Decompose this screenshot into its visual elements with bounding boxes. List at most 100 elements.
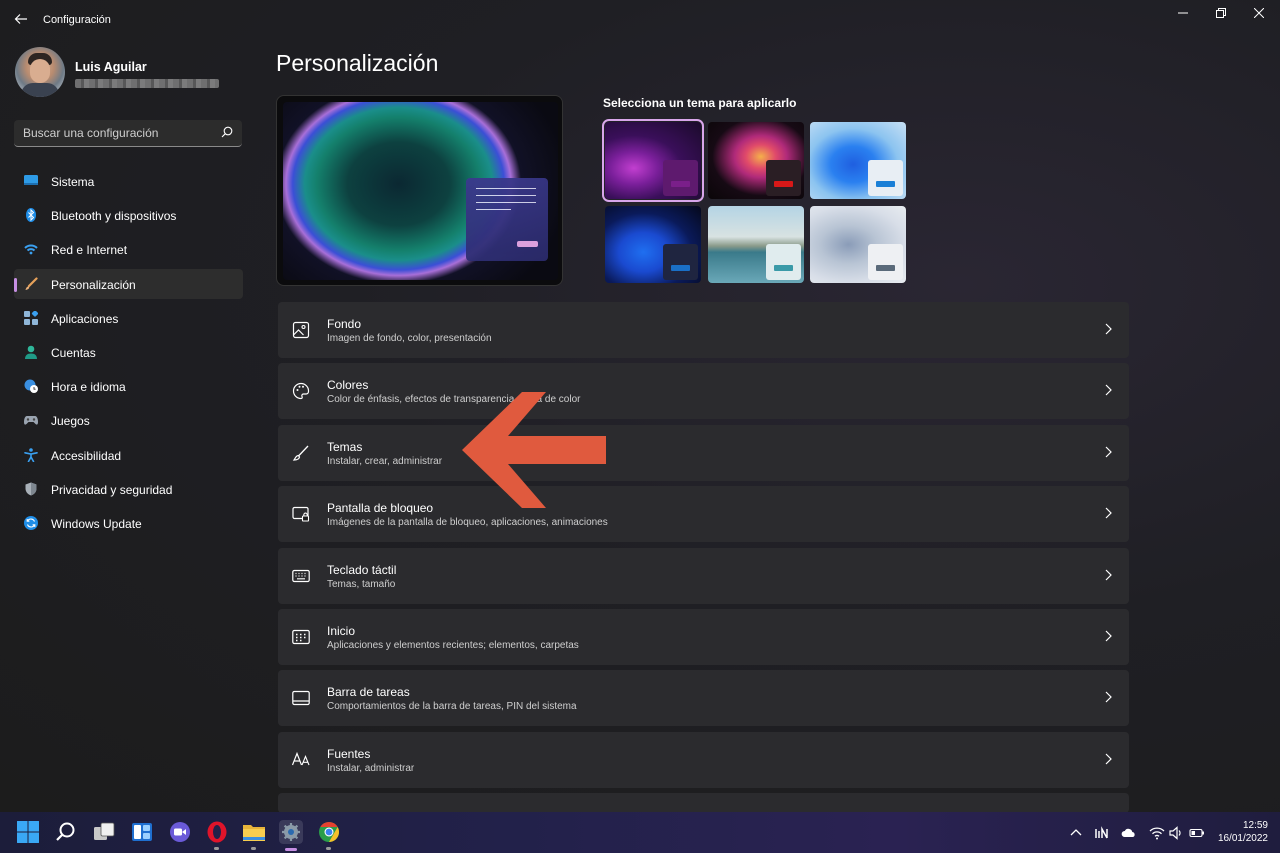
file-explorer-icon[interactable]	[242, 820, 266, 844]
bluetooth-icon	[26, 208, 36, 223]
preview-window	[466, 178, 548, 261]
sidebar-item-juegos[interactable]: Juegos	[14, 405, 243, 435]
theme-lake-landscape[interactable]	[708, 206, 804, 283]
sidebar-item-aplicaciones[interactable]: Aplicaciones	[14, 303, 243, 333]
search-icon[interactable]	[54, 820, 78, 844]
theme-purple-bloom[interactable]	[602, 119, 704, 202]
sidebar-item-label: Bluetooth y dispositivos	[51, 209, 177, 224]
card-title: Temas	[327, 439, 363, 454]
card-title: Fuentes	[327, 746, 371, 761]
card-description: Aplicaciones y elementos recientes; elem…	[327, 639, 579, 651]
wifi-icon[interactable]	[1149, 825, 1165, 841]
close-button[interactable]	[1244, 4, 1274, 24]
sidebar-item-accesibilidad[interactable]: Accesibilidad	[14, 440, 243, 470]
sidebar-item-bluetooth[interactable]: Bluetooth y dispositivos	[14, 200, 243, 230]
palette-icon	[292, 383, 310, 400]
search-box[interactable]	[14, 120, 242, 147]
card-temas[interactable]: Temas Instalar, crear, administrar	[278, 424, 1129, 481]
widgets-icon[interactable]	[130, 820, 154, 844]
arrow-left-icon	[14, 14, 27, 24]
card-barra-tareas[interactable]: Barra de tareas Comportamientos de la ba…	[278, 670, 1129, 727]
shield-icon	[25, 482, 37, 496]
sidebar-item-label: Windows Update	[51, 516, 142, 531]
sidebar-item-label: Personalización	[51, 277, 136, 292]
sidebar-item-label: Juegos	[51, 414, 90, 429]
monitor-icon	[24, 175, 38, 185]
task-view-icon[interactable]	[92, 820, 116, 844]
card-description: Imagen de fondo, color, presentación	[327, 333, 492, 344]
brush-icon	[25, 276, 38, 290]
apps-icon	[24, 310, 38, 325]
card-title: Inicio	[327, 623, 356, 638]
theme-blue-bloom-light[interactable]	[810, 122, 906, 199]
annotation-arrow-icon	[462, 392, 606, 508]
chevron-right-icon	[1105, 569, 1112, 580]
card-title: Fondo	[327, 317, 362, 331]
signal-icon[interactable]	[1094, 825, 1110, 841]
search-icon[interactable]	[221, 126, 233, 138]
card-fuentes[interactable]: Fuentes Instalar, administrar	[278, 731, 1129, 788]
chevron-right-icon	[1105, 507, 1112, 519]
avatar[interactable]	[15, 47, 65, 97]
clock[interactable]: 12:59 16/01/2022	[1212, 819, 1268, 845]
volume-icon[interactable]	[1168, 825, 1184, 841]
settings-window: Configuración Luis Aguilar Sistema	[0, 0, 1280, 812]
card-description: Imágenes de la pantalla de bloqueo, apli…	[327, 517, 608, 529]
sidebar-item-sistema[interactable]: Sistema	[14, 166, 243, 196]
card-pantalla-bloqueo[interactable]: Pantalla de bloqueo Imágenes de la panta…	[278, 486, 1129, 543]
settings-icon[interactable]	[279, 820, 303, 844]
sidebar-item-cuentas[interactable]: Cuentas	[14, 337, 243, 367]
sidebar-item-hora[interactable]: Hora e idioma	[14, 371, 243, 401]
battery-icon[interactable]	[1189, 825, 1205, 841]
accessibility-icon	[24, 447, 38, 462]
themes-label: Selecciona un tema para aplicarlo	[603, 96, 797, 110]
running-indicator	[251, 847, 256, 850]
close-icon	[1253, 7, 1265, 19]
chevron-right-icon	[1105, 446, 1112, 458]
sidebar-item-label: Aplicaciones	[51, 311, 119, 326]
sidebar-item-label: Cuentas	[51, 345, 96, 360]
theme-silver-bloom[interactable]	[810, 206, 906, 283]
sidebar-item-windows-update[interactable]: Windows Update	[14, 508, 243, 538]
sidebar-item-label: Red e Internet	[51, 243, 128, 258]
taskbar: 12:59 16/01/2022	[0, 812, 1280, 853]
maximize-button[interactable]	[1206, 4, 1236, 24]
lock-screen-icon	[292, 507, 310, 522]
opera-icon[interactable]	[205, 820, 229, 844]
maximize-icon	[1216, 8, 1226, 18]
search-input[interactable]	[14, 120, 214, 146]
sidebar-item-label: Sistema	[51, 175, 95, 189]
page-title: Personalización	[276, 50, 439, 76]
card-title: Pantalla de bloqueo	[327, 501, 434, 516]
chevron-right-icon	[1105, 384, 1112, 396]
card-title: Barra de tareas	[327, 685, 410, 700]
windows-start-icon[interactable]	[16, 820, 40, 844]
card-fondo[interactable]: Fondo Imagen de fondo, color, presentaci…	[278, 302, 1129, 358]
teams-chat-icon[interactable]	[168, 820, 192, 844]
chevron-right-icon	[1105, 753, 1112, 765]
sidebar-nav: Sistema Bluetooth y dispositivos Red e I…	[14, 166, 243, 542]
font-icon	[292, 751, 310, 765]
card-teclado[interactable]: Teclado táctil Temas, tamaño	[278, 547, 1129, 604]
card-colores[interactable]: Colores Color de énfasis, efectos de tra…	[278, 363, 1129, 420]
taskbar-icon	[292, 691, 310, 706]
chrome-icon[interactable]	[317, 820, 341, 844]
sidebar-item-personalizacion[interactable]: Personalización	[14, 268, 243, 299]
sidebar-item-privacidad[interactable]: Privacidad y seguridad	[14, 474, 243, 504]
minimize-button[interactable]	[1168, 4, 1198, 24]
brush-icon	[292, 445, 309, 461]
card-description: Instalar, administrar	[327, 762, 415, 774]
sidebar-item-label: Privacidad y seguridad	[51, 482, 173, 497]
back-button[interactable]	[10, 8, 32, 30]
card-partial[interactable]	[278, 793, 1129, 812]
sidebar-item-label: Accesibilidad	[51, 448, 122, 463]
active-indicator	[285, 848, 297, 851]
wifi-icon	[24, 244, 38, 255]
sidebar-item-red[interactable]: Red e Internet	[14, 234, 243, 264]
running-indicator	[326, 847, 331, 850]
chevron-up-icon[interactable]	[1068, 825, 1084, 841]
theme-blue-bloom-dark[interactable]	[605, 206, 701, 283]
card-inicio[interactable]: Inicio Aplicaciones y elementos reciente…	[278, 608, 1129, 665]
onedrive-icon[interactable]	[1121, 825, 1137, 841]
theme-colorful-flower[interactable]	[708, 122, 804, 199]
